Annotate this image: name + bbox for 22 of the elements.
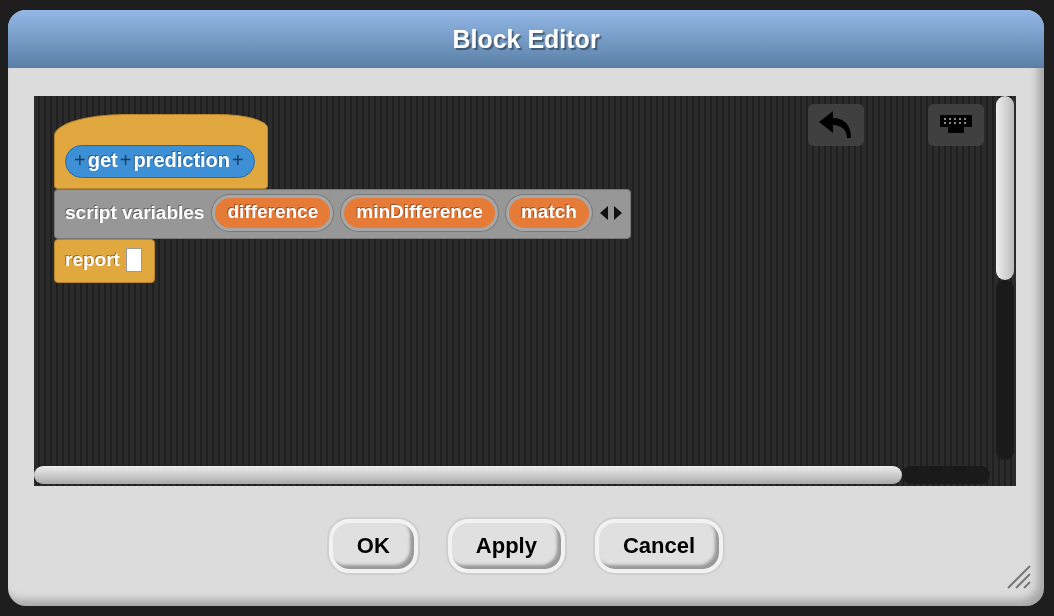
arrows-icon[interactable] xyxy=(599,206,622,220)
plus-icon[interactable]: + xyxy=(74,149,86,172)
script-variables-block[interactable]: script variables difference minDifference match xyxy=(54,189,631,239)
dialog-button[interactable]: Cancel xyxy=(595,519,724,573)
custom-block[interactable]: +get+prediction+ xyxy=(65,145,255,178)
hat-block[interactable]: +get+prediction+ xyxy=(54,114,268,189)
block-label: get xyxy=(87,149,118,172)
window-title: Block Editor xyxy=(452,24,600,54)
block-label: prediction xyxy=(133,149,231,172)
input-slot[interactable] xyxy=(125,248,142,272)
plus-icon[interactable]: + xyxy=(119,149,132,172)
horizontal-scrollbar[interactable] xyxy=(34,466,902,484)
dialog-button[interactable]: Apply xyxy=(447,519,565,573)
keyboard-button[interactable] xyxy=(928,104,984,146)
report-block[interactable]: report xyxy=(54,239,155,283)
block-label: report xyxy=(65,249,120,271)
scripts-canvas[interactable]: +get+prediction+ script variables difference minDifference match report xyxy=(34,96,1016,486)
block-label: script variables xyxy=(65,202,205,224)
dialog-button[interactable]: OK xyxy=(328,519,418,573)
plus-icon[interactable]: + xyxy=(232,149,244,172)
undo-button[interactable] xyxy=(808,104,864,146)
vertical-scrollbar[interactable] xyxy=(996,96,1014,280)
